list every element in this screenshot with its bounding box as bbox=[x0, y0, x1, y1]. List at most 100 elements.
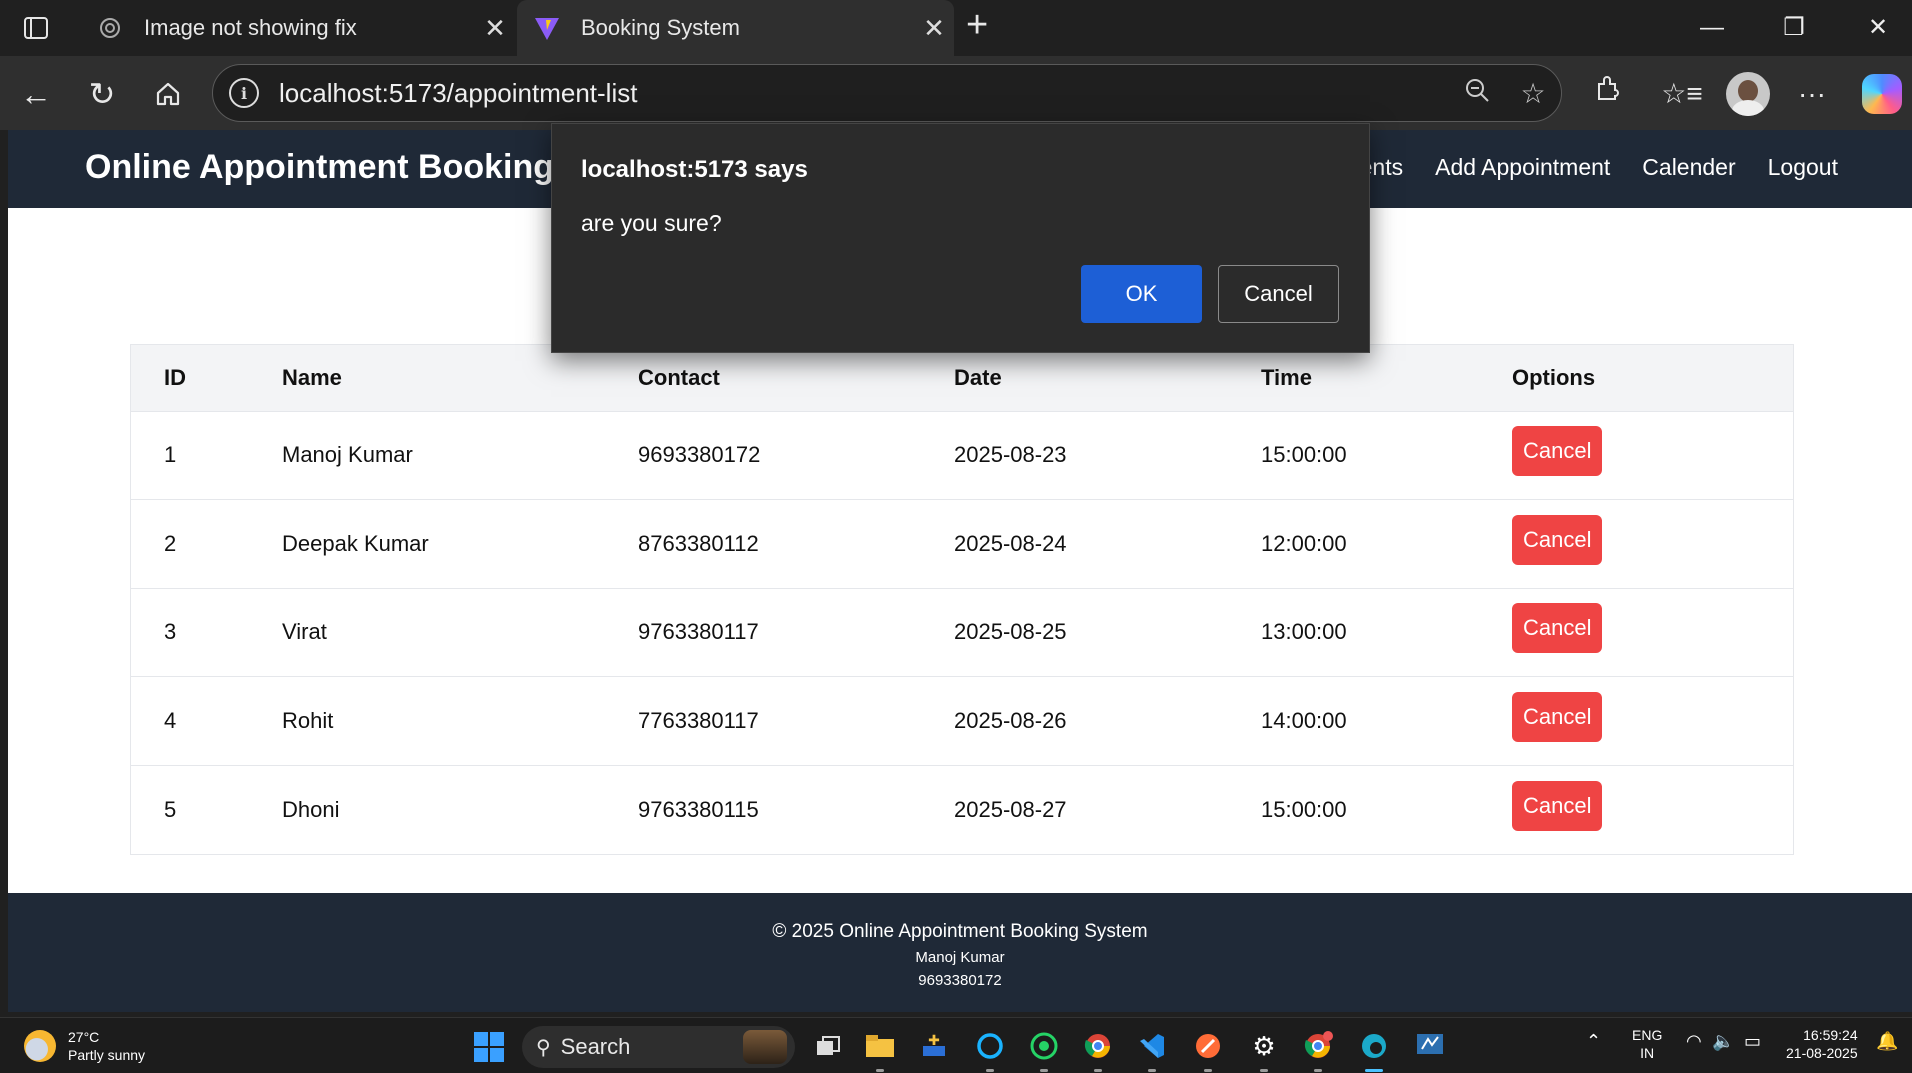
table-row: 3 Virat 9763380117 2025-08-25 13:00:00 C… bbox=[131, 587, 1793, 677]
tab-actions-icon[interactable] bbox=[6, 6, 66, 50]
file-explorer-icon[interactable] bbox=[862, 1028, 898, 1072]
tab-image-not-showing[interactable]: Image not showing fix ✕ bbox=[80, 0, 515, 56]
favorites-icon[interactable]: ☆≡ bbox=[1660, 74, 1704, 114]
site-info-icon[interactable]: i bbox=[229, 78, 259, 108]
dialog-ok-button[interactable]: OK bbox=[1081, 265, 1202, 323]
restore-icon[interactable]: ❐ bbox=[1764, 8, 1824, 48]
cell-date: 2025-08-23 bbox=[954, 410, 1261, 500]
dialog-cancel-button[interactable]: Cancel bbox=[1218, 265, 1339, 323]
table-row: 4 Rohit 7763380117 2025-08-26 14:00:00 C… bbox=[131, 676, 1793, 765]
battery-icon[interactable]: ▭ bbox=[1744, 1032, 1761, 1050]
table-header-row: ID Name Contact Date Time Options bbox=[131, 345, 1793, 411]
search-icon: ⚲ bbox=[536, 1036, 551, 1059]
remote-desktop-icon[interactable] bbox=[1412, 1028, 1448, 1064]
footer-copyright: © 2025 Online Appointment Booking System bbox=[772, 921, 1148, 942]
task-view-icon[interactable] bbox=[810, 1028, 846, 1064]
language-code: ENG bbox=[1632, 1027, 1663, 1043]
footer-phone: 9693380172 bbox=[918, 972, 1002, 989]
vscode-icon[interactable] bbox=[1134, 1028, 1170, 1072]
cancel-appointment-button[interactable]: Cancel bbox=[1512, 691, 1603, 742]
volume-icon[interactable]: 🔈 bbox=[1712, 1032, 1734, 1050]
taskbar-search[interactable]: ⚲ Search bbox=[522, 1026, 795, 1068]
close-tab-icon[interactable]: ✕ bbox=[914, 13, 954, 44]
cell-id: 5 bbox=[131, 764, 282, 854]
nav-link-logout[interactable]: Logout bbox=[1768, 154, 1838, 181]
column-header: Contact bbox=[638, 345, 954, 411]
column-header: ID bbox=[131, 345, 282, 411]
dialog-title: localhost:5173 says bbox=[581, 156, 808, 183]
table-row: 1 Manoj Kumar 9693380172 2025-08-23 15:0… bbox=[131, 410, 1793, 500]
cell-id: 2 bbox=[131, 499, 282, 588]
zoom-icon[interactable] bbox=[1449, 76, 1505, 111]
address-bar[interactable]: i localhost:5173/appointment-list ☆ bbox=[212, 64, 1562, 122]
cell-name: Rohit bbox=[282, 676, 638, 765]
show-hidden-icons-icon[interactable]: ⌃ bbox=[1586, 1032, 1601, 1050]
close-tab-icon[interactable]: ✕ bbox=[475, 13, 515, 44]
cell-name: Manoj Kumar bbox=[282, 410, 638, 500]
browser-tab-bar: Image not showing fix ✕ Booking System ✕… bbox=[0, 0, 1912, 56]
table-row: 5 Dhoni 9763380115 2025-08-27 15:00:00 C… bbox=[131, 764, 1793, 854]
cancel-appointment-button[interactable]: Cancel bbox=[1512, 603, 1603, 654]
home-icon[interactable] bbox=[146, 72, 190, 116]
appointments-table: ID Name Contact Date Time Options 1 Mano… bbox=[130, 344, 1794, 855]
cell-date: 2025-08-25 bbox=[954, 587, 1261, 677]
weather-desc: Partly sunny bbox=[68, 1047, 146, 1063]
address-url[interactable]: localhost:5173/appointment-list bbox=[279, 78, 1449, 109]
cell-date: 2025-08-27 bbox=[954, 764, 1261, 854]
settings-gear-icon[interactable]: ⚙ bbox=[1246, 1028, 1282, 1072]
extensions-icon[interactable] bbox=[1586, 74, 1630, 114]
wifi-icon[interactable]: ◠ bbox=[1686, 1032, 1702, 1050]
cell-options: Cancel bbox=[1512, 587, 1793, 677]
cell-id: 4 bbox=[131, 676, 282, 765]
whatsapp-icon[interactable] bbox=[1026, 1028, 1062, 1072]
confirm-dialog: localhost:5173 says are you sure? OK Can… bbox=[551, 123, 1370, 353]
nav-link-add-appointment[interactable]: Add Appointment bbox=[1435, 154, 1610, 181]
favorite-star-icon[interactable]: ☆ bbox=[1505, 77, 1561, 110]
store-app-icon[interactable]: ✚ bbox=[916, 1028, 952, 1064]
column-header: Date bbox=[954, 345, 1261, 411]
tab-booking-system[interactable]: Booking System ✕ bbox=[517, 0, 954, 56]
more-menu-icon[interactable]: ··· bbox=[1790, 74, 1834, 114]
cell-name: Deepak Kumar bbox=[282, 499, 638, 588]
partly-sunny-icon bbox=[24, 1030, 56, 1062]
alexa-icon[interactable] bbox=[972, 1028, 1008, 1072]
back-icon[interactable]: ← bbox=[14, 72, 58, 116]
new-tab-icon[interactable]: + bbox=[966, 4, 988, 47]
postman-icon[interactable] bbox=[1190, 1028, 1226, 1072]
edge-browser-icon[interactable] bbox=[1356, 1028, 1392, 1072]
language-indicator[interactable]: ENG IN bbox=[1632, 1026, 1662, 1062]
site-brand[interactable]: Online Appointment Booking S bbox=[85, 148, 586, 187]
cell-options: Cancel bbox=[1512, 764, 1793, 854]
cancel-appointment-button[interactable]: Cancel bbox=[1512, 426, 1603, 477]
cell-contact: 9763380117 bbox=[638, 587, 954, 677]
cell-time: 13:00:00 bbox=[1261, 587, 1512, 677]
windows-start-icon[interactable] bbox=[474, 1032, 504, 1062]
cell-name: Dhoni bbox=[282, 764, 638, 854]
cell-name: Virat bbox=[282, 587, 638, 677]
cell-id: 3 bbox=[131, 587, 282, 677]
cell-date: 2025-08-26 bbox=[954, 676, 1261, 765]
cell-contact: 7763380117 bbox=[638, 676, 954, 765]
chrome-profile-icon[interactable] bbox=[1080, 1028, 1116, 1072]
nav-links: ents Add Appointment Calender Logout bbox=[1360, 154, 1838, 181]
weather-widget[interactable]: 27°C Partly sunny bbox=[24, 1028, 145, 1064]
cancel-appointment-button[interactable]: Cancel bbox=[1512, 780, 1603, 831]
column-header: Options bbox=[1512, 345, 1793, 411]
search-label: Search bbox=[560, 1034, 631, 1059]
column-header: Name bbox=[282, 345, 638, 411]
tab-title: Booking System bbox=[581, 15, 740, 40]
chrome-icon[interactable] bbox=[1300, 1028, 1336, 1072]
nav-link-calender[interactable]: Calender bbox=[1642, 154, 1735, 181]
notifications-icon[interactable]: 🔔 bbox=[1876, 1032, 1898, 1050]
vite-icon bbox=[533, 14, 561, 42]
profile-avatar[interactable] bbox=[1726, 72, 1770, 116]
clock-date: 21-08-2025 bbox=[1786, 1045, 1858, 1061]
refresh-icon[interactable]: ↻ bbox=[80, 72, 124, 116]
region-code: IN bbox=[1640, 1045, 1655, 1061]
cancel-appointment-button[interactable]: Cancel bbox=[1512, 514, 1603, 565]
table-row: 2 Deepak Kumar 8763380112 2025-08-24 12:… bbox=[131, 499, 1793, 588]
copilot-icon[interactable] bbox=[1862, 74, 1902, 114]
close-window-icon[interactable]: ✕ bbox=[1848, 8, 1908, 48]
clock[interactable]: 16:59:24 21-08-2025 bbox=[1786, 1026, 1858, 1062]
minimize-icon[interactable]: — bbox=[1682, 8, 1742, 48]
